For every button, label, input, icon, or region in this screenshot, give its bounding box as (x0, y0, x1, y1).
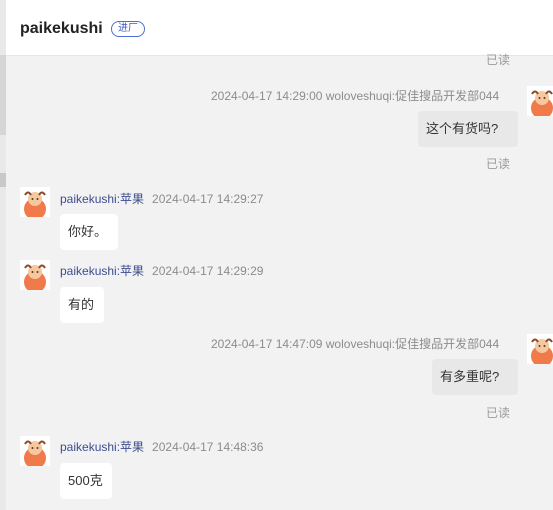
collapse-handle[interactable] (0, 173, 6, 187)
scroll-strip (0, 55, 6, 135)
read-status: 已读 (486, 406, 511, 420)
message-meta: 2024-04-17 14:29:00 woloveshuqi:促佳搜品开发部0… (211, 89, 500, 103)
message-time: 2024-04-17 14:29:29 (152, 264, 264, 278)
message-bubble: 这个有货吗? (418, 111, 518, 147)
contact-name: paikekushi (20, 20, 103, 37)
avatar-icon[interactable] (20, 260, 50, 290)
message-bubble: 有多重呢? (432, 359, 518, 395)
message-time: 2024-04-17 14:48:36 (152, 440, 264, 454)
avatar-icon[interactable] (20, 436, 50, 466)
message-meta: paikekushi:苹果 2024-04-17 14:29:29 (60, 262, 263, 279)
message-meta: 2024-04-17 14:47:09 woloveshuqi:促佳搜品开发部0… (211, 337, 500, 351)
avatar-icon[interactable] (20, 187, 50, 217)
sender-name[interactable]: paikekushi:苹果 (60, 264, 144, 278)
message-time: 2024-04-17 14:29:27 (152, 192, 264, 206)
message-meta: paikekushi:苹果 2024-04-17 14:29:27 (60, 190, 263, 207)
chat-header: paikekushi 进厂 (6, 0, 553, 56)
message-meta: paikekushi:苹果 2024-04-17 14:48:36 (60, 438, 263, 455)
sender-name[interactable]: paikekushi:苹果 (60, 440, 144, 454)
message-bubble: 有的 (60, 287, 104, 323)
avatar-icon[interactable] (527, 86, 553, 116)
sender-name[interactable]: paikekushi:苹果 (60, 192, 144, 206)
read-status: 已读 (486, 53, 511, 67)
read-status: 已读 (486, 157, 511, 171)
avatar-icon[interactable] (527, 334, 553, 364)
message-bubble: 500克 (60, 463, 112, 499)
left-pane-edge (0, 0, 6, 510)
message-bubble: 你好。 (60, 214, 118, 250)
status-badge: 进厂 (111, 21, 145, 37)
